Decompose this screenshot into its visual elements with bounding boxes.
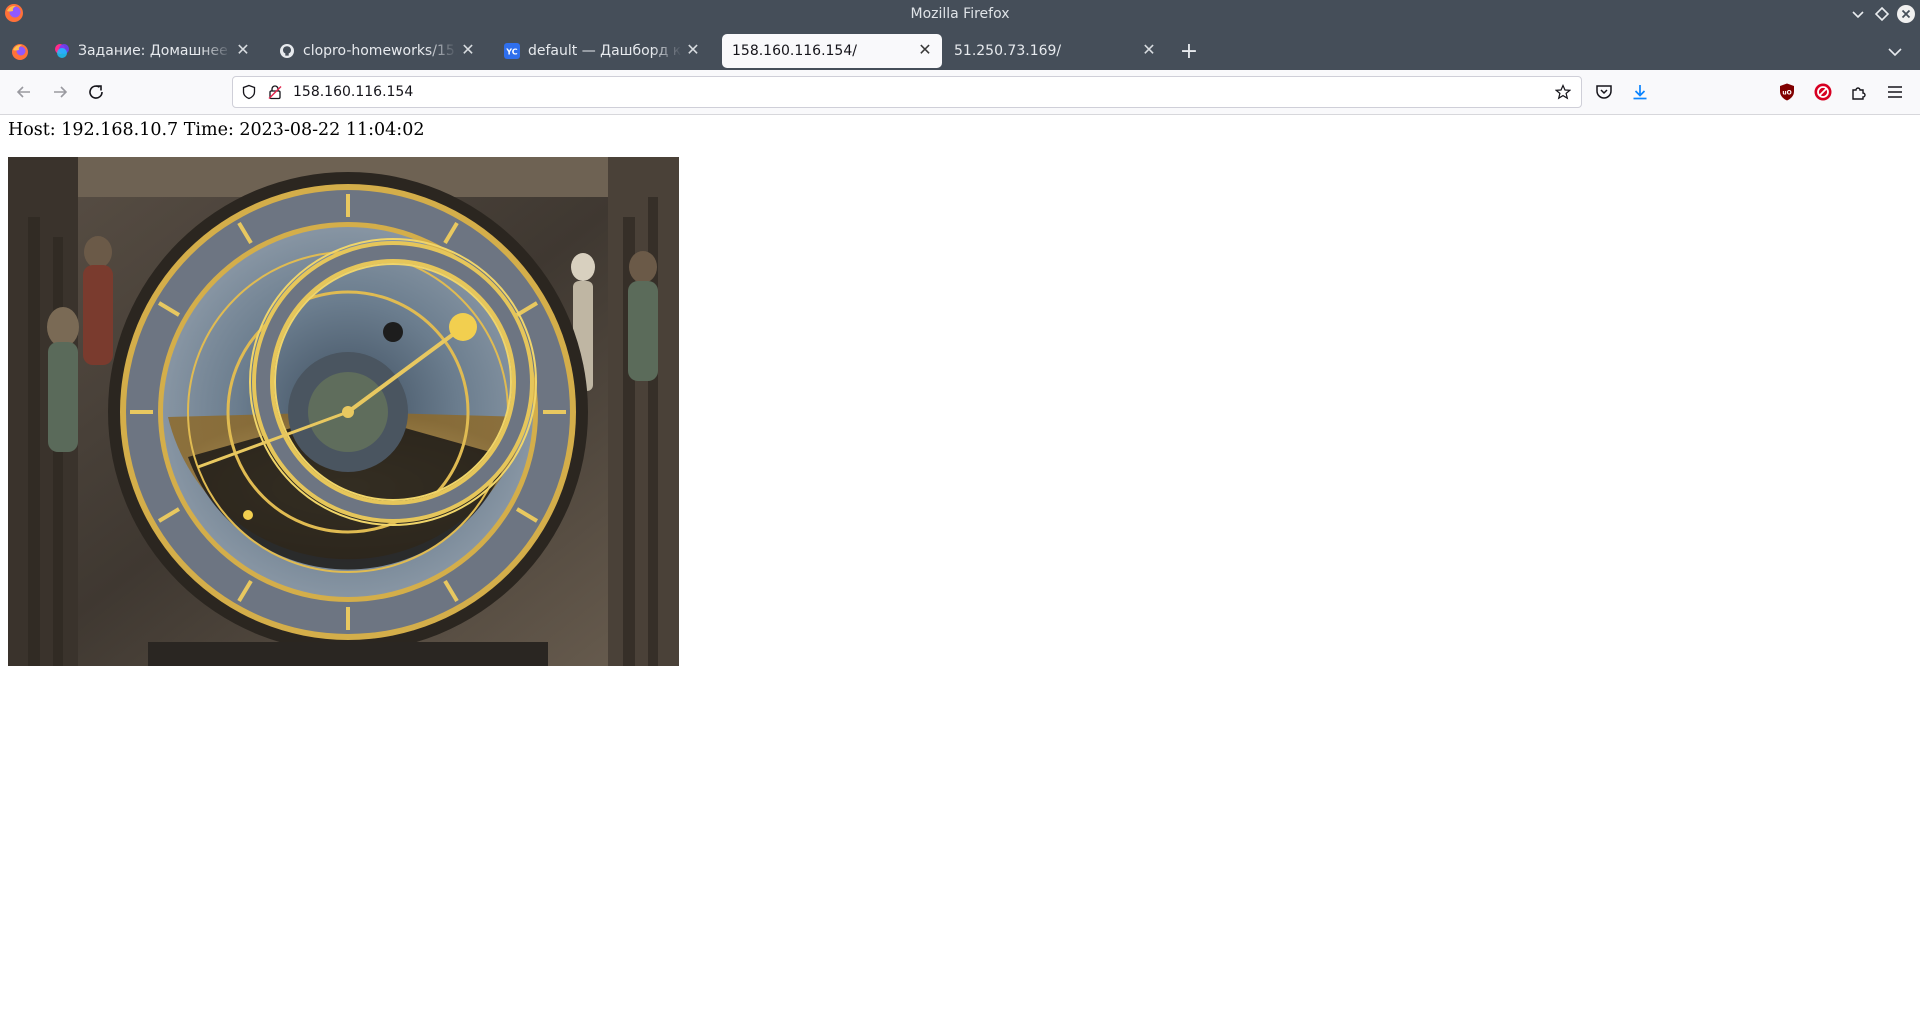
address-bar[interactable]: 158.160.116.154: [232, 76, 1582, 108]
insecure-lock-icon[interactable]: [267, 84, 283, 100]
minimize-icon[interactable]: [1848, 4, 1868, 24]
svg-text:YC: YC: [505, 48, 518, 57]
tab-homework[interactable]: Задание: Домашнее задание ✕: [44, 34, 260, 68]
tab-close-icon[interactable]: ✕: [684, 41, 702, 59]
list-all-tabs-icon[interactable]: [1884, 42, 1906, 62]
tab-label: clopro-homeworks/15.2.md: [303, 43, 457, 59]
tab-label: 51.250.73.169/: [954, 43, 1062, 59]
tab-label: default — Дашборд каталога: [528, 43, 682, 59]
hamburger-menu-icon[interactable]: [1885, 82, 1905, 102]
new-tab-button[interactable]: +: [1177, 41, 1201, 65]
firefox-view-icon[interactable]: [8, 40, 32, 64]
navigation-toolbar: 158.160.116.154 uO: [0, 70, 1920, 115]
github-icon: [280, 44, 294, 58]
tab-close-icon[interactable]: ✕: [916, 41, 934, 59]
extensions-puzzle-icon[interactable]: [1849, 82, 1869, 102]
url-text[interactable]: 158.160.116.154: [293, 84, 413, 100]
tab-github[interactable]: clopro-homeworks/15.2.md ✕: [269, 34, 485, 68]
pocket-icon[interactable]: [1594, 82, 1614, 102]
tab-label: 158.160.116.154/: [732, 43, 857, 59]
svg-text:uO: uO: [1782, 90, 1791, 97]
astronomical-clock-image: [8, 157, 679, 666]
back-icon[interactable]: [12, 80, 36, 104]
yandex-cloud-icon: YC: [504, 43, 520, 59]
window-title: Mozilla Firefox: [910, 6, 1010, 22]
tab-close-icon[interactable]: ✕: [459, 41, 477, 59]
forward-icon[interactable]: [48, 80, 72, 104]
tab-label: Задание: Домашнее задание: [78, 43, 232, 59]
page-content: Host: 192.168.10.7 Time: 2023-08-22 11:0…: [0, 115, 1920, 1028]
addon-red-circle-icon[interactable]: [1813, 82, 1833, 102]
host-time-text: Host: 192.168.10.7 Time: 2023-08-22 11:0…: [8, 120, 425, 140]
tab-51[interactable]: 51.250.73.169/ ✕: [946, 34, 1166, 68]
tab-strip: Задание: Домашнее задание ✕ clopro-homew…: [0, 28, 1920, 70]
tab-close-icon[interactable]: ✕: [234, 41, 252, 59]
ublock-origin-icon[interactable]: uO: [1777, 82, 1797, 102]
reload-icon[interactable]: [84, 80, 108, 104]
maximize-icon[interactable]: [1872, 4, 1892, 24]
window-titlebar: Mozilla Firefox: [0, 0, 1920, 28]
netology-icon: [55, 44, 69, 58]
tab-yandex-cloud[interactable]: YC default — Дашборд каталога ✕: [494, 34, 710, 68]
bookmark-star-icon[interactable]: [1555, 84, 1571, 100]
tab-active-158[interactable]: 158.160.116.154/ ✕: [722, 34, 942, 68]
downloads-icon[interactable]: [1630, 82, 1650, 102]
tracking-protection-shield-icon[interactable]: [241, 84, 257, 100]
close-window-icon[interactable]: [1896, 4, 1916, 24]
tab-close-icon[interactable]: ✕: [1140, 41, 1158, 59]
